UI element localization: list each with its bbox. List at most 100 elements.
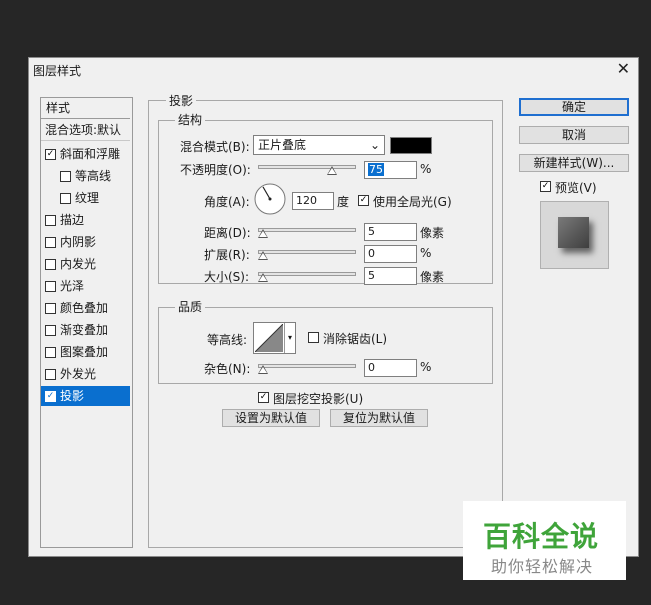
opacity-value: 75 <box>368 163 384 176</box>
style-item-blending-options[interactable]: 混合选项:默认 <box>41 120 130 141</box>
preview-thumbnail <box>540 201 609 269</box>
style-item-satin[interactable]: 光泽 <box>41 276 130 296</box>
blend-mode-value: 正片叠底 <box>258 138 307 152</box>
style-item-color-overlay[interactable]: 颜色叠加 <box>41 298 130 318</box>
style-item-label: 斜面和浮雕 <box>60 147 121 161</box>
size-label: 大小(S): <box>204 270 250 284</box>
noise-label: 杂色(N): <box>204 362 251 376</box>
style-item-label: 渐变叠加 <box>60 323 109 337</box>
preview-swatch <box>558 217 589 248</box>
checkbox-icon[interactable]: ✓ <box>45 149 56 160</box>
checkbox-icon[interactable] <box>45 237 56 248</box>
make-default-button[interactable]: 设置为默认值 <box>222 409 320 427</box>
contour-picker[interactable]: ▾ <box>253 322 296 354</box>
close-icon[interactable]: ✕ <box>617 60 630 78</box>
dialog-title: 图层样式 <box>33 64 82 78</box>
spread-slider[interactable] <box>258 250 356 254</box>
size-unit: 像素 <box>420 270 445 284</box>
watermark-subtitle: 助你轻松解决 <box>491 557 594 576</box>
style-item-label: 颜色叠加 <box>60 301 109 315</box>
checkbox-icon[interactable] <box>45 259 56 270</box>
style-item-label: 内阴影 <box>60 235 97 249</box>
style-item-gradient-overlay[interactable]: 渐变叠加 <box>41 320 130 340</box>
new-style-button[interactable]: 新建样式(W)... <box>519 154 629 172</box>
style-item-inner-shadow[interactable]: 内阴影 <box>41 232 130 252</box>
style-item-label: 光泽 <box>60 279 85 293</box>
checkbox-icon[interactable] <box>45 281 56 292</box>
knockout-label: 图层挖空投影(U) <box>273 392 364 406</box>
styles-header-label: 样式 <box>46 101 71 115</box>
styles-header: 样式 <box>41 98 130 119</box>
checkbox-icon[interactable] <box>60 193 71 204</box>
noise-slider[interactable] <box>258 364 356 368</box>
contour-curve-icon <box>255 324 283 352</box>
antialias-checkbox[interactable] <box>308 332 319 343</box>
spread-unit: % <box>420 246 432 260</box>
distance-unit: 像素 <box>420 226 445 240</box>
structure-title: 结构 <box>175 111 206 128</box>
checkbox-icon[interactable] <box>45 369 56 380</box>
preview-label: 预览(V) <box>555 181 597 195</box>
angle-input[interactable]: 120 <box>292 192 334 210</box>
layer-style-dialog: 图层样式 ✕ 样式 混合选项:默认 ✓ 斜面和浮雕 等高线 纹理 描边 内阴影 <box>28 57 639 557</box>
checkbox-icon[interactable] <box>45 347 56 358</box>
noise-input[interactable]: 0 <box>364 359 417 377</box>
opacity-slider[interactable] <box>258 165 356 169</box>
size-slider-thumb[interactable] <box>258 273 268 282</box>
angle-dial-icon <box>254 183 286 215</box>
opacity-input[interactable]: 75 <box>364 161 417 179</box>
style-item-outer-glow[interactable]: 外发光 <box>41 364 130 384</box>
checkbox-icon[interactable] <box>60 171 71 182</box>
preview-checkbox[interactable]: ✓ <box>540 181 551 192</box>
style-item-label: 混合选项:默认 <box>45 123 122 137</box>
global-light-checkbox[interactable]: ✓ <box>358 195 369 206</box>
chevron-down-icon: ⌄ <box>369 138 380 152</box>
styles-list: 样式 混合选项:默认 ✓ 斜面和浮雕 等高线 纹理 描边 内阴影 内发光 光泽 … <box>40 97 133 548</box>
knockout-checkbox[interactable]: ✓ <box>258 392 269 403</box>
style-item-drop-shadow[interactable]: ✓ 投影 <box>41 386 130 406</box>
cancel-button[interactable]: 取消 <box>519 126 629 144</box>
opacity-unit: % <box>420 162 432 176</box>
global-light-label: 使用全局光(G) <box>373 195 452 209</box>
style-item-pattern-overlay[interactable]: 图案叠加 <box>41 342 130 362</box>
style-item-label: 描边 <box>60 213 85 227</box>
noise-slider-thumb[interactable] <box>258 365 268 374</box>
size-slider[interactable] <box>258 272 356 276</box>
distance-input[interactable]: 5 <box>364 223 417 241</box>
style-item-stroke[interactable]: 描边 <box>41 210 130 230</box>
style-item-bevel-emboss[interactable]: ✓ 斜面和浮雕 <box>41 144 130 164</box>
angle-label: 角度(A): <box>204 195 250 209</box>
style-item-texture[interactable]: 纹理 <box>41 188 130 208</box>
reset-default-button[interactable]: 复位为默认值 <box>330 409 428 427</box>
style-item-label: 外发光 <box>60 367 97 381</box>
style-item-contour[interactable]: 等高线 <box>41 166 130 186</box>
shadow-color-swatch[interactable] <box>390 137 432 154</box>
checkbox-icon[interactable] <box>45 215 56 226</box>
spread-slider-thumb[interactable] <box>258 251 268 260</box>
spread-value: 0 <box>368 247 375 260</box>
watermark-title: 百科全说 <box>483 520 600 553</box>
spread-label: 扩展(R): <box>204 248 250 262</box>
opacity-label: 不透明度(O): <box>180 163 251 177</box>
checkbox-icon[interactable]: ✓ <box>45 391 56 402</box>
size-value: 5 <box>368 269 375 282</box>
style-item-inner-glow[interactable]: 内发光 <box>41 254 130 274</box>
size-input[interactable]: 5 <box>364 267 417 285</box>
style-item-label: 纹理 <box>75 191 100 205</box>
checkbox-icon[interactable] <box>45 303 56 314</box>
contour-dropdown-icon[interactable]: ▾ <box>284 323 295 353</box>
opacity-slider-thumb[interactable] <box>326 166 337 175</box>
angle-dial[interactable] <box>254 183 286 215</box>
blend-mode-label: 混合模式(B): <box>180 140 250 154</box>
distance-value: 5 <box>368 225 375 238</box>
checkbox-icon[interactable] <box>45 325 56 336</box>
distance-label: 距离(D): <box>204 226 251 240</box>
style-item-label: 等高线 <box>75 169 112 183</box>
ok-button[interactable]: 确定 <box>519 98 629 116</box>
blend-mode-select[interactable]: 正片叠底 ⌄ <box>253 135 385 155</box>
distance-slider[interactable] <box>258 228 356 232</box>
spread-input[interactable]: 0 <box>364 245 417 263</box>
distance-slider-thumb[interactable] <box>258 229 268 238</box>
watermark-logo: 百科全说 助你轻松解决 <box>463 501 626 580</box>
contour-label: 等高线: <box>207 333 248 347</box>
